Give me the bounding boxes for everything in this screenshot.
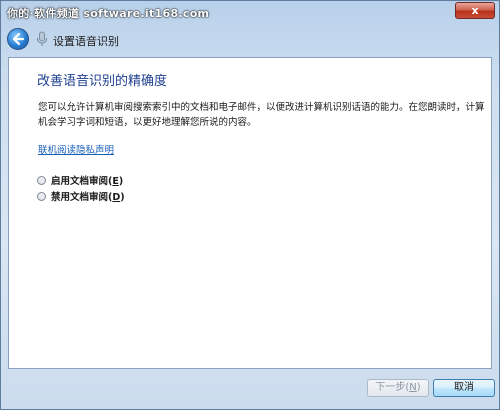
radio-button[interactable] [37,192,46,201]
next-label-end: ) [416,382,421,393]
cancel-button[interactable]: 取消 [433,379,495,397]
page-title: 改善语音识别的精确度 [37,74,168,89]
privacy-statement-link[interactable]: 联机阅读隐私声明 [38,142,114,156]
description-text: 您可以允许计算机审阅搜索索引中的文档和电子邮件，以便改进计算机识别话语的能力。在… [38,102,485,128]
option-label: 启用文档审阅( [51,176,113,187]
footer-bar: 下一步(N) 取消 [1,371,499,409]
title-bar: 你的·软件频道 software.it168.com x [1,1,499,23]
next-button[interactable]: 下一步(N) [367,379,429,397]
option-label-end: ) [120,192,125,203]
enable-document-review-option[interactable]: 启用文档审阅(E) [37,173,123,187]
radio-button[interactable] [37,176,46,185]
next-label: 下一步( [375,382,410,393]
option-label-end: ) [118,176,124,187]
navigation-bar: 设置语音识别 [1,25,499,53]
watermark: 你的·软件频道 software.it168.com [7,7,210,20]
close-icon: x [471,4,479,17]
option-label: 禁用文档审阅( [51,192,113,203]
cancel-label: 取消 [454,382,474,393]
disable-document-review-option[interactable]: 禁用文档审阅(D) [37,189,125,203]
dialog-window: 你的·软件频道 software.it168.com x 设置语音识别 改善语音… [0,0,500,410]
back-arrow-icon [12,32,25,46]
back-button[interactable] [7,28,29,50]
microphone-icon [37,31,47,46]
content-panel: 改善语音识别的精确度 您可以允许计算机审阅搜索索引中的文档和电子邮件，以便改进计… [8,57,492,369]
window-title: 设置语音识别 [53,35,119,48]
close-button[interactable]: x [455,2,495,19]
access-key: N [409,382,417,393]
